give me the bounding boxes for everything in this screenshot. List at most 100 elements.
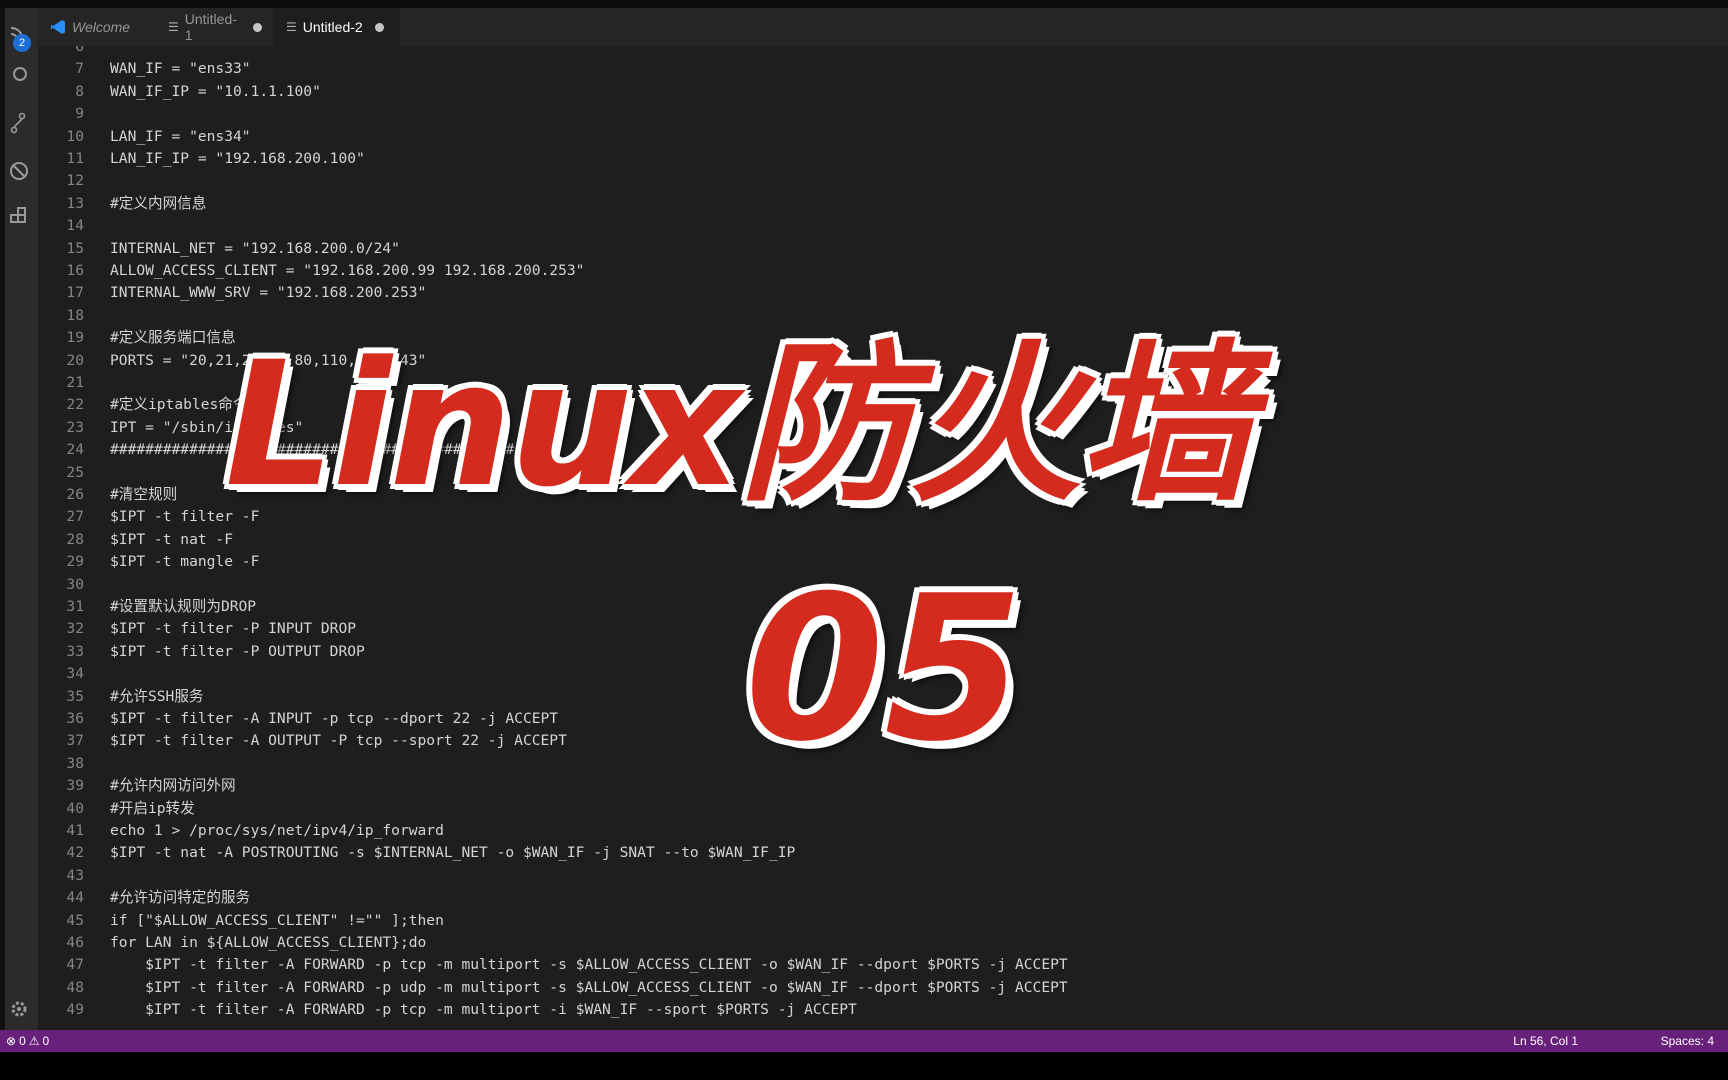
code-line[interactable]: 9 — [38, 103, 110, 125]
code-text: LAN_IF = "ens34" — [110, 127, 251, 145]
code-line[interactable]: 7 WAN_IF = "ens33" — [38, 58, 251, 80]
code-line[interactable]: 16 ALLOW_ACCESS_CLIENT = "192.168.200.99 … — [38, 260, 584, 282]
line-number: 48 — [66, 978, 84, 996]
debug-icon[interactable] — [8, 160, 30, 182]
extensions-icon[interactable] — [8, 206, 30, 228]
code-line[interactable]: 14 — [38, 215, 110, 237]
code-line[interactable]: 42 $IPT -t nat -A POSTROUTING -s $INTERNA… — [38, 842, 795, 864]
code-line[interactable]: 31 #设置默认规则为DROP — [38, 596, 256, 618]
code-line[interactable]: 48 $IPT -t filter -A FORWARD -p udp -m m… — [38, 977, 1068, 999]
code-text: $IPT -t filter -A FORWARD -p tcp -m mult… — [110, 1001, 857, 1019]
line-number: 42 — [66, 844, 84, 862]
code-line[interactable]: 24 ######################################… — [38, 439, 514, 461]
code-line[interactable]: 41 echo 1 > /proc/sys/net/ipv4/ip_forward — [38, 820, 444, 842]
line-number: 26 — [66, 486, 84, 503]
tab-label: Untitled-1 — [184, 11, 237, 43]
code-text: echo 1 > /proc/sys/net/ipv4/ip_forward — [110, 822, 444, 839]
code-line[interactable]: 22 #定义iptables命令 — [38, 394, 247, 416]
code-text: $IPT -t mangle -F — [110, 553, 260, 571]
status-bar: ⊗ 0 ⚠ 0 Ln 56, Col 1 Spaces: 4 — [0, 1030, 1728, 1052]
code-text: #允许内网访问外网 — [110, 777, 236, 795]
code-line[interactable]: 45 if ["$ALLOW_ACCESS_CLIENT" !="" ];then — [38, 910, 444, 932]
code-line[interactable]: 29 $IPT -t mangle -F — [38, 551, 259, 573]
line-number: 8 — [75, 82, 84, 100]
line-number: 10 — [66, 127, 84, 145]
code-text: $IPT -t filter -A FORWARD -p udp -m mult… — [110, 978, 1068, 996]
problems-indicator[interactable]: ⊗ 0 ⚠ 0 — [6, 1030, 49, 1052]
error-count: 0 — [19, 1034, 26, 1048]
code-line[interactable]: 8 WAN_IF_IP = "10.1.1.100" — [38, 81, 321, 103]
indentation-setting[interactable]: Spaces: 4 — [1661, 1030, 1714, 1052]
code-line[interactable]: 18 — [38, 305, 110, 327]
code-line[interactable]: 21 — [38, 372, 110, 394]
code-line[interactable]: 23 IPT = "/sbin/iptables" — [38, 417, 303, 439]
code-text: WAN_IF = "ens33" — [110, 60, 251, 78]
code-line[interactable]: 32 $IPT -t filter -P INPUT DROP — [38, 618, 356, 640]
line-number: 49 — [66, 1001, 84, 1019]
tab-untitled-1[interactable]: ☰ Untitled-1 — [156, 8, 274, 46]
code-line[interactable]: 10 LAN_IF = "ens34" — [38, 126, 251, 148]
code-line[interactable]: 15 INTERNAL_NET = "192.168.200.0/24" — [38, 238, 400, 260]
unsaved-dot-icon[interactable] — [374, 22, 384, 32]
tab-label: Welcome — [72, 19, 131, 35]
code-line[interactable]: 17 INTERNAL_WWW_SRV = "192.168.200.253" — [38, 282, 426, 304]
gear-icon[interactable] — [8, 998, 30, 1020]
code-line[interactable]: 6 — [38, 46, 110, 58]
code-line[interactable]: 25 — [38, 462, 110, 484]
code-line[interactable]: 35 #允许SSH服务 — [38, 686, 203, 708]
tab-welcome[interactable]: Welcome — [38, 8, 156, 46]
code-line[interactable]: 37 $IPT -t filter -A OUTPUT -P tcp --spor… — [38, 730, 566, 752]
line-number: 19 — [66, 329, 84, 347]
code-text: INTERNAL_WWW_SRV = "192.168.200.253" — [110, 284, 427, 302]
line-number: 14 — [66, 217, 84, 235]
tab-untitled-2[interactable]: ☰ Untitled-2 — [274, 8, 400, 46]
line-number: 13 — [66, 194, 84, 212]
code-text: if ["$ALLOW_ACCESS_CLIENT" !="" ];then — [110, 911, 444, 929]
search-icon[interactable] — [8, 64, 30, 86]
line-number: 47 — [66, 956, 84, 974]
code-line[interactable]: 47 $IPT -t filter -A FORWARD -p tcp -m m… — [38, 954, 1068, 976]
code-line[interactable]: 36 $IPT -t filter -A INPUT -p tcp --dport… — [38, 708, 558, 730]
line-number: 46 — [66, 934, 84, 951]
bottom-strip — [0, 1052, 1728, 1080]
code-line[interactable]: 12 — [38, 170, 110, 192]
code-text: #定义服务端口信息 — [110, 329, 236, 347]
code-text: for LAN in ${ALLOW_ACCESS_CLIENT};do — [110, 934, 427, 951]
code-line[interactable]: 46 for LAN in ${ALLOW_ACCESS_CLIENT};do — [38, 932, 426, 954]
code-text: $IPT -t nat -A POSTROUTING -s $INTERNAL_… — [110, 844, 796, 862]
line-number: 22 — [66, 396, 84, 414]
code-line[interactable]: 43 — [38, 865, 110, 887]
file-icon: ☰ — [286, 20, 297, 34]
source-control-icon[interactable] — [8, 112, 30, 134]
code-text: WAN_IF_IP = "10.1.1.100" — [110, 82, 321, 100]
code-line[interactable]: 13 #定义内网信息 — [38, 193, 206, 215]
line-number: 35 — [66, 687, 84, 705]
code-line[interactable]: 39 #允许内网访问外网 — [38, 775, 236, 797]
line-number: 20 — [66, 351, 84, 369]
code-line[interactable]: 38 — [38, 753, 110, 775]
code-line[interactable]: 26 #清空规则 — [38, 484, 177, 506]
code-line[interactable]: 34 — [38, 663, 110, 685]
code-text: $IPT -t filter -A FORWARD -p tcp -m mult… — [110, 956, 1068, 974]
code-line[interactable]: 49 $IPT -t filter -A FORWARD -p tcp -m m… — [38, 999, 857, 1021]
line-number: 43 — [66, 866, 84, 884]
code-text: #设置默认规则为DROP — [110, 598, 257, 615]
code-line[interactable]: 33 $IPT -t filter -P OUTPUT DROP — [38, 641, 364, 663]
code-line[interactable]: 30 — [38, 574, 110, 596]
code-text: #允许访问特定的服务 — [110, 889, 251, 907]
tab-label: Untitled-2 — [302, 19, 363, 35]
line-number: 18 — [66, 306, 84, 324]
code-line[interactable]: 20 PORTS = "20,21,22,53,80,110,143,443" — [38, 350, 426, 372]
code-line[interactable]: 28 $IPT -t nat -F — [38, 529, 233, 551]
code-line[interactable]: 40 #开启ip转发 — [38, 798, 194, 820]
code-text: #定义iptables命令 — [110, 396, 248, 414]
code-editor[interactable]: 6 7 WAN_IF = "ens33" 8 WAN_IF_IP = "10.1.1.1… — [38, 46, 1728, 1030]
cursor-position[interactable]: Ln 56, Col 1 — [1513, 1030, 1578, 1052]
code-line[interactable]: 44 #允许访问特定的服务 — [38, 887, 250, 909]
code-line[interactable]: 19 #定义服务端口信息 — [38, 327, 236, 349]
line-number: 24 — [66, 441, 84, 459]
line-number: 28 — [66, 530, 84, 548]
unsaved-dot-icon[interactable] — [253, 22, 262, 32]
code-line[interactable]: 27 $IPT -t filter -F — [38, 506, 259, 528]
code-line[interactable]: 11 LAN_IF_IP = "192.168.200.100" — [38, 148, 364, 170]
